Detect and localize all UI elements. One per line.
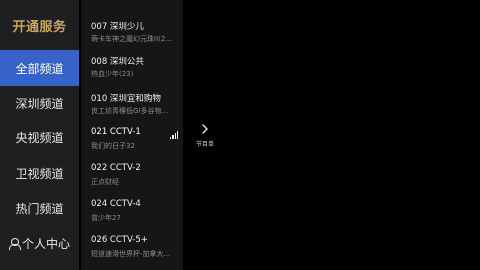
- channel-name: 024 CCTV-4: [91, 199, 141, 209]
- category-all-channels[interactable]: 全部频道: [0, 50, 79, 86]
- channel-item[interactable]: 022 CCTV-2 正点财经: [81, 159, 183, 195]
- channel-name: 026 CCTV-5+: [91, 235, 148, 245]
- channel-item[interactable]: 007 深圳少儿 萌卡车神之魔幻元珠II(2...: [81, 16, 183, 52]
- category-personal-center[interactable]: 个人中心: [0, 226, 79, 260]
- category-cctv-channels[interactable]: 央视频道: [0, 120, 79, 154]
- category-label: 个人中心: [21, 236, 70, 251]
- channel-list: 007 深圳少儿 萌卡车神之魔幻元珠II(2... 008 深圳公共 热血少年(…: [81, 0, 183, 270]
- channel-item[interactable]: 010 深圳宜和购物 良工坊青稞低GI多谷物...: [81, 88, 183, 124]
- channel-name: 022 CCTV-2: [91, 163, 141, 173]
- channel-program: 正点财经: [91, 178, 119, 186]
- category-hot-channels[interactable]: 热门频道: [0, 191, 79, 225]
- category-label: 热门频道: [15, 201, 64, 216]
- channel-item[interactable]: 026 CCTV-5+ 短道速滑世界杯-加拿大...: [81, 231, 183, 267]
- channel-name: 007 深圳少儿: [91, 22, 144, 32]
- channel-name: 008 深圳公共: [91, 57, 144, 67]
- channel-program: 短道速滑世界杯-加拿大...: [91, 250, 171, 258]
- channel-item-current[interactable]: 021 CCTV-1 我们的日子32: [81, 123, 183, 159]
- tv-live-screen: 开通服务 全部频道 深圳频道 央视频道 卫视频道 热门频道 个人中心 007 深…: [0, 0, 480, 270]
- channel-program: 热血少年(23): [91, 70, 134, 78]
- channel-program: 良工坊青稞低GI多谷物...: [91, 107, 169, 115]
- brand-label: 开通服务: [12, 19, 67, 35]
- category-shenzhen-channels[interactable]: 深圳频道: [0, 86, 79, 120]
- program-guide-button[interactable]: 节目单: [196, 139, 214, 148]
- chevron-right-icon[interactable]: [200, 123, 210, 135]
- channel-program: 曾少年27: [91, 214, 121, 222]
- channel-item[interactable]: 008 深圳公共 热血少年(23): [81, 51, 183, 87]
- category-satellite-channels[interactable]: 卫视频道: [0, 156, 79, 190]
- category-label: 全部频道: [15, 61, 64, 76]
- category-label: 央视频道: [15, 130, 64, 145]
- user-icon: [8, 237, 21, 250]
- channel-program: 萌卡车神之魔幻元珠II(2...: [91, 35, 172, 43]
- channel-program: 我们的日子32: [91, 142, 135, 150]
- channel-name: 010 深圳宜和购物: [91, 94, 161, 104]
- category-sidebar: 开通服务 全部频道 深圳频道 央视频道 卫视频道 热门频道 个人中心: [0, 0, 79, 270]
- signal-icon: [170, 131, 178, 139]
- open-service-button[interactable]: 开通服务: [0, 0, 79, 50]
- category-label: 卫视频道: [15, 166, 64, 181]
- channel-name: 021 CCTV-1: [91, 127, 141, 137]
- channel-item[interactable]: 024 CCTV-4 曾少年27: [81, 195, 183, 231]
- category-label: 深圳频道: [15, 96, 64, 111]
